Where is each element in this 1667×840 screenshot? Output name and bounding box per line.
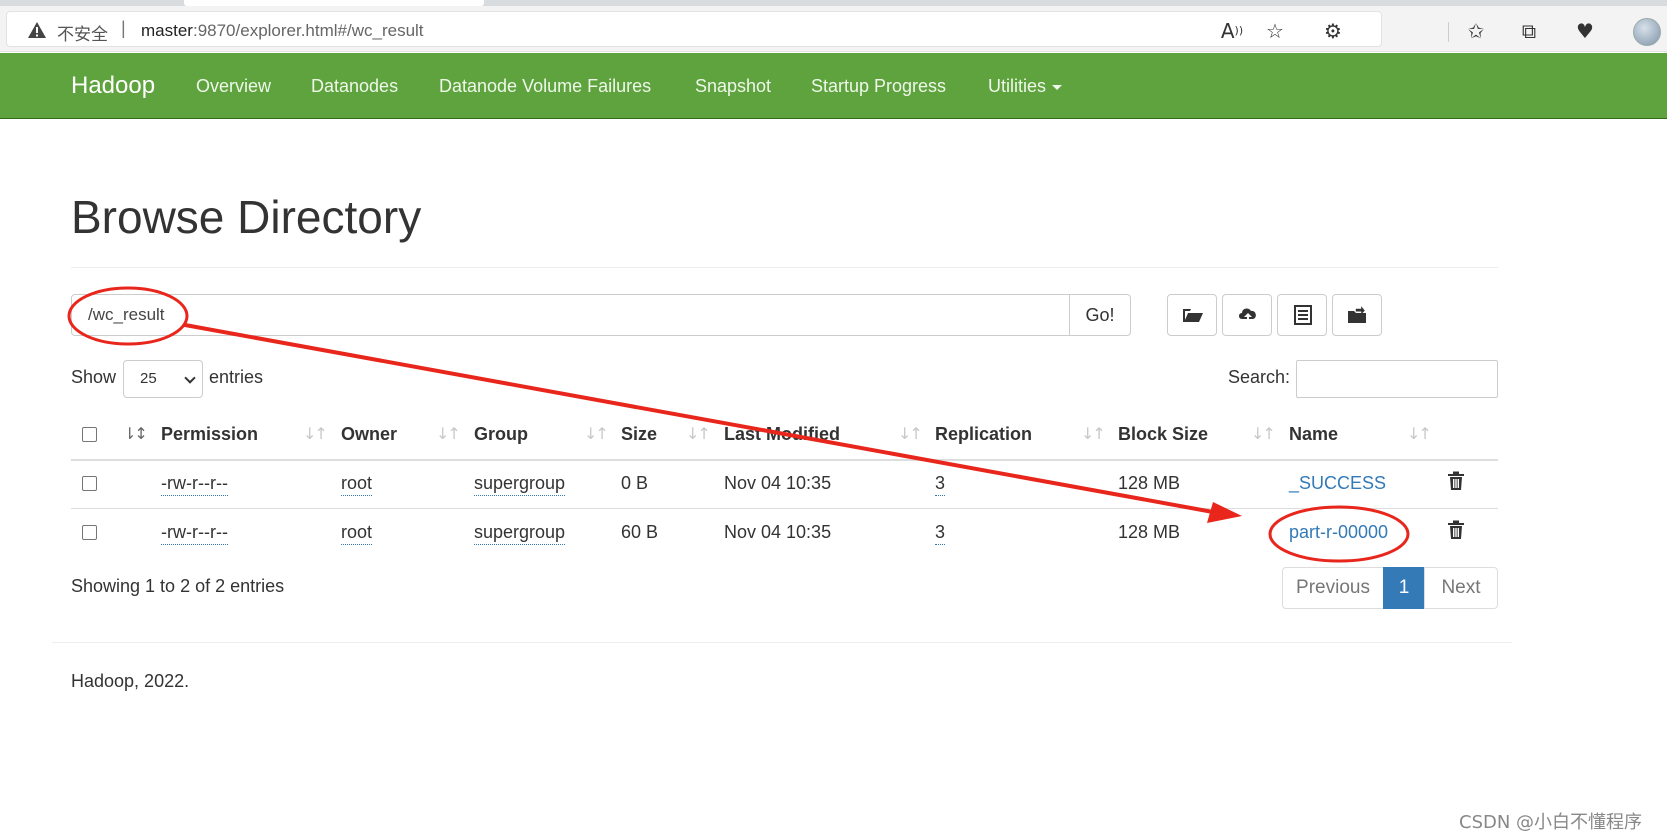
next-page-button[interactable]: Next (1424, 567, 1498, 609)
cell-group[interactable]: supergroup (474, 522, 566, 545)
health-icon[interactable]: ♥ (1572, 18, 1598, 44)
column-group[interactable]: Group (474, 424, 528, 445)
column-replication[interactable]: Replication (935, 424, 1032, 445)
warning-icon[interactable] (27, 21, 47, 39)
cell-replication[interactable]: 3 (935, 473, 946, 496)
nav-datanodes[interactable]: Datanodes (311, 76, 398, 97)
column-size[interactable]: Size (621, 424, 657, 445)
file-link-success[interactable]: _SUCCESS (1289, 473, 1386, 494)
move-button[interactable] (1332, 294, 1382, 336)
url-text: master:9870/explorer.html#/wc_result (141, 21, 424, 40)
entries-label: entries (209, 367, 264, 387)
trash-icon[interactable] (1447, 520, 1465, 540)
page-title: Browse Directory (71, 191, 422, 243)
chevron-down-icon (184, 372, 196, 384)
cell-owner[interactable]: root (341, 522, 373, 545)
search-input[interactable] (1296, 360, 1498, 398)
cell-block-size: 128 MB (1118, 473, 1181, 493)
trash-icon[interactable] (1447, 471, 1465, 491)
cell-last-modified: Nov 04 10:35 (724, 473, 832, 493)
cell-owner[interactable]: root (341, 473, 373, 496)
row-divider (71, 508, 1498, 509)
annotation-arrow-head (1207, 502, 1242, 523)
brand-logo[interactable]: Hadoop (71, 72, 155, 100)
insecure-label: 不安全 (57, 25, 108, 45)
cut-paste-button[interactable] (1277, 294, 1327, 336)
cell-size: 0 B (621, 473, 649, 493)
list-icon (1294, 305, 1312, 325)
cloud-upload-icon (1239, 308, 1256, 323)
column-owner[interactable]: Owner (341, 424, 397, 445)
url-separator: | (121, 18, 126, 38)
folder-open-icon (1183, 309, 1203, 322)
previous-page-button[interactable]: Previous (1282, 567, 1384, 609)
top-navbar: Hadoop Overview Datanodes Datanode Volum… (0, 53, 1667, 119)
caret-down-icon (1052, 84, 1063, 90)
cell-replication[interactable]: 3 (935, 522, 946, 545)
search-label: Search: (1228, 367, 1291, 387)
sort-icon[interactable]: ↓↑ (436, 424, 461, 443)
sort-asc-icon[interactable]: ⇂↕ (123, 424, 148, 443)
file-link-part-r-00000[interactable]: part-r-00000 (1289, 522, 1388, 543)
folder-move-icon (1348, 306, 1366, 323)
sort-icon[interactable]: ↓↑ (584, 424, 609, 443)
profile-avatar[interactable] (1633, 18, 1661, 46)
sort-icon[interactable]: ↓↑ (1081, 424, 1106, 443)
directory-path-input[interactable] (71, 294, 1070, 336)
annotation-overlay (67, 286, 1410, 563)
page-1-button[interactable]: 1 (1383, 567, 1425, 609)
sort-icon[interactable]: ↓↑ (898, 424, 923, 443)
sort-icon[interactable]: ↓↑ (1251, 424, 1276, 443)
cell-size: 60 B (621, 522, 659, 542)
annotation-arrow-line (183, 323, 1215, 514)
nav-startup-progress[interactable]: Startup Progress (811, 76, 946, 97)
sort-icon[interactable]: ↓↑ (686, 424, 711, 443)
collections-icon[interactable]: ⧉ (1516, 18, 1542, 44)
extensions-icon[interactable]: ⚙ (1320, 18, 1346, 44)
cell-permission[interactable]: -rw-r--r-- (161, 473, 228, 496)
csdn-watermark: CSDN @小白不懂程序 (1459, 812, 1643, 833)
nav-snapshot[interactable]: Snapshot (695, 76, 771, 97)
select-all-checkbox[interactable] (82, 427, 97, 442)
show-label: Show (71, 367, 117, 387)
create-directory-button[interactable] (1167, 294, 1217, 336)
toolbar-divider (1448, 22, 1449, 42)
column-block-size[interactable]: Block Size (1118, 424, 1208, 445)
nav-datanode-volume-failures[interactable]: Datanode Volume Failures (439, 76, 651, 97)
column-last-modified[interactable]: Last Modified (724, 424, 840, 445)
cell-permission[interactable]: -rw-r--r-- (161, 522, 228, 545)
favorites-icon[interactable]: ✩ (1463, 18, 1489, 44)
cell-group[interactable]: supergroup (474, 473, 566, 496)
read-aloud-icon[interactable]: A)) (1219, 18, 1245, 44)
go-button[interactable]: Go! (1069, 294, 1131, 336)
page-length-select[interactable]: 25 (123, 360, 203, 398)
footer-text: Hadoop, 2022. (71, 671, 190, 691)
nav-overview[interactable]: Overview (196, 76, 271, 97)
cell-block-size: 128 MB (1118, 522, 1181, 542)
url-field[interactable]: 不安全 | master:9870/explorer.html#/wc_resu… (6, 11, 1382, 47)
column-permission[interactable]: Permission (161, 424, 258, 445)
footer-divider (52, 642, 1512, 643)
row-checkbox[interactable] (82, 476, 97, 491)
title-divider (71, 267, 1498, 268)
table-info: Showing 1 to 2 of 2 entries (71, 576, 285, 596)
row-checkbox[interactable] (82, 525, 97, 540)
add-favorite-icon[interactable]: ☆ (1262, 18, 1288, 44)
column-name[interactable]: Name (1289, 424, 1338, 445)
cell-last-modified: Nov 04 10:35 (724, 522, 832, 542)
upload-files-button[interactable] (1222, 294, 1272, 336)
browser-address-bar: 不安全 | master:9870/explorer.html#/wc_resu… (0, 6, 1667, 52)
header-divider (71, 459, 1498, 461)
sort-icon[interactable]: ↓↑ (303, 424, 328, 443)
nav-utilities[interactable]: Utilities (988, 76, 1063, 97)
sort-icon[interactable]: ↓↑ (1407, 424, 1432, 443)
